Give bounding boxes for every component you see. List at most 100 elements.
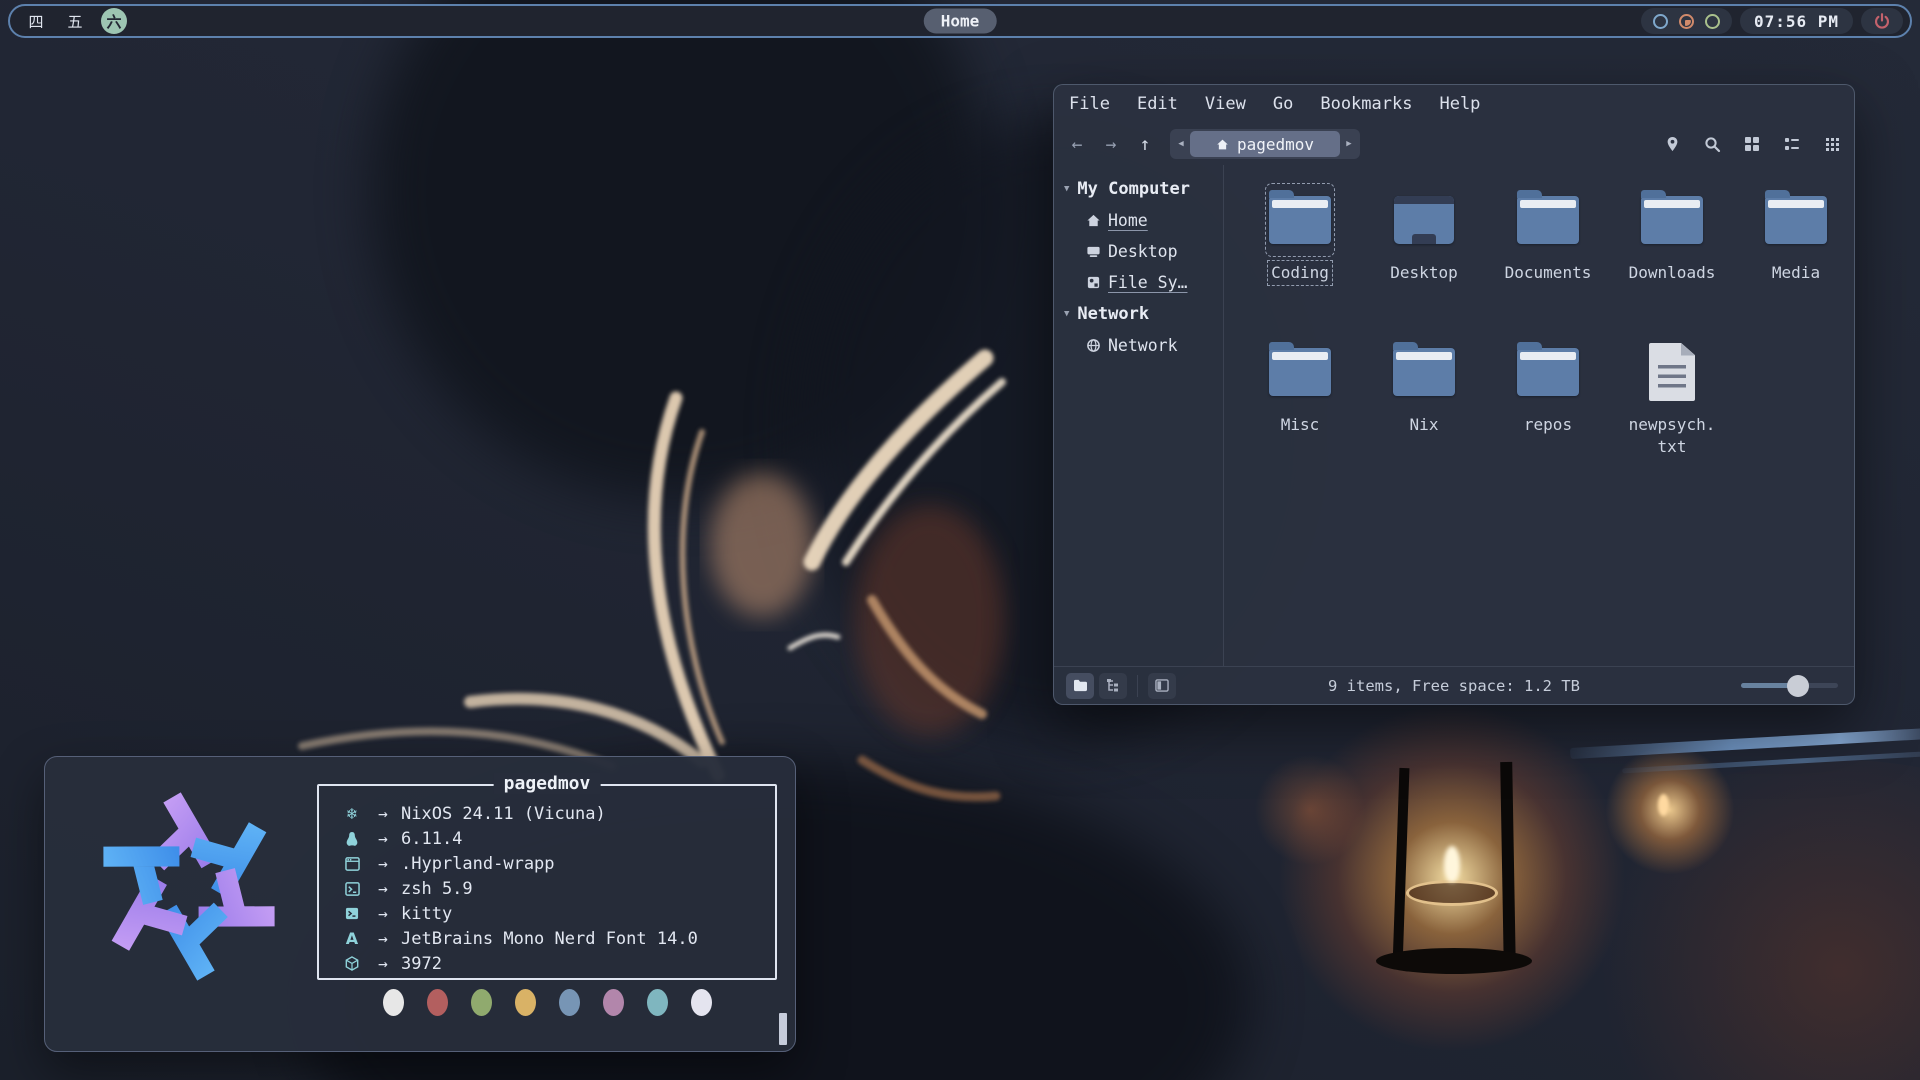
font-icon: A (339, 929, 365, 948)
sidebar-section-my-computer[interactable]: ▼ My Computer (1054, 173, 1223, 205)
chevron-down-icon[interactable]: ▼ (1064, 309, 1069, 319)
fetch-info-box: pagedmov ❄ → NixOS 24.11 (Vicuna) → 6.11… (317, 784, 777, 980)
menu-help[interactable]: Help (1439, 94, 1480, 114)
file-label: Media (1772, 262, 1820, 284)
menu-file[interactable]: File (1069, 94, 1110, 114)
file-label: Coding (1269, 262, 1331, 284)
location-pin-icon[interactable] (1662, 134, 1682, 154)
file-item-coding[interactable]: Coding (1242, 177, 1358, 329)
places-pane-button[interactable] (1066, 673, 1094, 699)
path-scroll-right-icon[interactable]: ▶ (1340, 139, 1358, 149)
folder-icon (1393, 348, 1455, 396)
sidebar-item-network[interactable]: Network (1054, 330, 1223, 361)
arrow-icon: → (365, 879, 401, 898)
arrow-icon: → (365, 929, 401, 948)
fetch-value: .Hyprland-wrapp (401, 854, 555, 874)
status-summary: 9 items, Free space: 1.2 TB (1328, 677, 1580, 695)
terminal-window[interactable]: pagedmov ❄ → NixOS 24.11 (Vicuna) → 6.11… (44, 756, 796, 1052)
palette-dot (427, 989, 448, 1016)
arrow-icon: → (365, 829, 401, 848)
file-item-media[interactable]: Media (1738, 177, 1854, 329)
list-view-icon[interactable] (1782, 134, 1802, 154)
path-bar: ◀ pagedmov ▶ (1170, 129, 1360, 159)
palette-dot (647, 989, 668, 1016)
menu-edit[interactable]: Edit (1137, 94, 1178, 114)
directory-tree-icon (1106, 679, 1120, 693)
search-icon[interactable] (1702, 134, 1722, 154)
file-label: Nix (1410, 414, 1439, 436)
back-button[interactable]: ← (1060, 134, 1094, 155)
window-manager-icon (339, 857, 365, 871)
sidebar-item-filesystem[interactable]: File Sy… (1054, 267, 1223, 298)
hostname-title: pagedmov (494, 773, 601, 794)
path-segment-home[interactable]: pagedmov (1190, 131, 1340, 157)
workspace-6-active[interactable]: 六 (101, 8, 127, 34)
compact-view-icon[interactable] (1822, 134, 1842, 154)
file-item-desktop[interactable]: Desktop (1366, 177, 1482, 329)
file-item-newpsych-txt[interactable]: newpsych.txt (1614, 329, 1730, 481)
side-pane-toggle-button[interactable] (1148, 673, 1176, 699)
fetch-row-terminal: → kitty (339, 901, 775, 926)
fetch-value: zsh 5.9 (401, 879, 473, 899)
palette-dot (383, 989, 404, 1016)
statusbar: 9 items, Free space: 1.2 TB (1054, 666, 1854, 704)
sidebar-section-network[interactable]: ▼ Network (1054, 298, 1223, 330)
nix-flake-icon: ❄ (339, 805, 365, 823)
terminal-color-palette (317, 989, 777, 1016)
sidebar-item-label: File Sy… (1108, 273, 1187, 292)
circle-blue-icon[interactable] (1653, 14, 1668, 29)
power-button[interactable] (1861, 8, 1903, 34)
up-button[interactable]: ↑ (1128, 134, 1162, 155)
file-item-nix[interactable]: Nix (1366, 329, 1482, 481)
directory-tree-button[interactable] (1099, 673, 1127, 699)
candle-cup (1406, 880, 1498, 906)
arrow-icon: → (365, 954, 401, 973)
folder-icon (1269, 348, 1331, 396)
package-icon (339, 956, 365, 971)
arrow-icon: → (365, 854, 401, 873)
menu-view[interactable]: View (1205, 94, 1246, 114)
fetch-value: kitty (401, 904, 452, 924)
fetch-row-shell: → zsh 5.9 (339, 876, 775, 901)
workspace-5[interactable]: 五 (62, 8, 88, 34)
circle-green-icon[interactable] (1705, 14, 1720, 29)
toolbar: ← → ↑ ◀ pagedmov ▶ (1054, 123, 1854, 165)
nixos-logo (83, 779, 295, 994)
folder-icon (1269, 196, 1331, 244)
file-item-downloads[interactable]: Downloads (1614, 177, 1730, 329)
network-globe-icon (1086, 338, 1101, 353)
chevron-down-icon[interactable]: ▼ (1064, 184, 1069, 194)
workspace-4[interactable]: 四 (23, 8, 49, 34)
status-bar: 四 五 六 Home 07:56 PM (8, 4, 1912, 38)
zoom-slider[interactable] (1741, 683, 1838, 688)
system-tray: 07:56 PM (1641, 8, 1903, 34)
zoom-slider-knob[interactable] (1787, 675, 1809, 697)
circle-orange-record-icon[interactable] (1679, 14, 1694, 29)
path-scroll-left-icon[interactable]: ◀ (1172, 139, 1190, 149)
forward-button[interactable]: → (1094, 134, 1128, 155)
section-label: Network (1077, 304, 1149, 324)
clock[interactable]: 07:56 PM (1740, 8, 1853, 34)
file-manager-window: File Edit View Go Bookmarks Help ← → ↑ ◀… (1053, 84, 1855, 705)
file-item-repos[interactable]: repos (1490, 329, 1606, 481)
menu-bookmarks[interactable]: Bookmarks (1320, 94, 1412, 114)
file-item-documents[interactable]: Documents (1490, 177, 1606, 329)
active-window-title: Home (924, 9, 997, 34)
file-label: Misc (1281, 414, 1320, 436)
file-item-misc[interactable]: Misc (1242, 329, 1358, 481)
fetch-value: NixOS 24.11 (Vicuna) (401, 804, 606, 824)
file-grid: Coding Desktop Documents Downloads Media (1224, 165, 1854, 666)
menu-go[interactable]: Go (1273, 94, 1293, 114)
icon-view-icon[interactable] (1742, 134, 1762, 154)
fetch-row-wm: → .Hyprland-wrapp (339, 851, 775, 876)
sidebar-item-desktop[interactable]: Desktop (1054, 236, 1223, 267)
folder-icon (1517, 348, 1579, 396)
fetch-value: 3972 (401, 954, 442, 974)
fetch-value: 6.11.4 (401, 829, 462, 849)
home-icon (1216, 138, 1229, 151)
file-label: Documents (1505, 262, 1592, 284)
text-file-icon (1649, 343, 1695, 401)
tray-indicators[interactable] (1641, 8, 1732, 34)
sidebar-item-home[interactable]: Home (1054, 205, 1223, 236)
terminal-cursor (779, 1013, 787, 1045)
